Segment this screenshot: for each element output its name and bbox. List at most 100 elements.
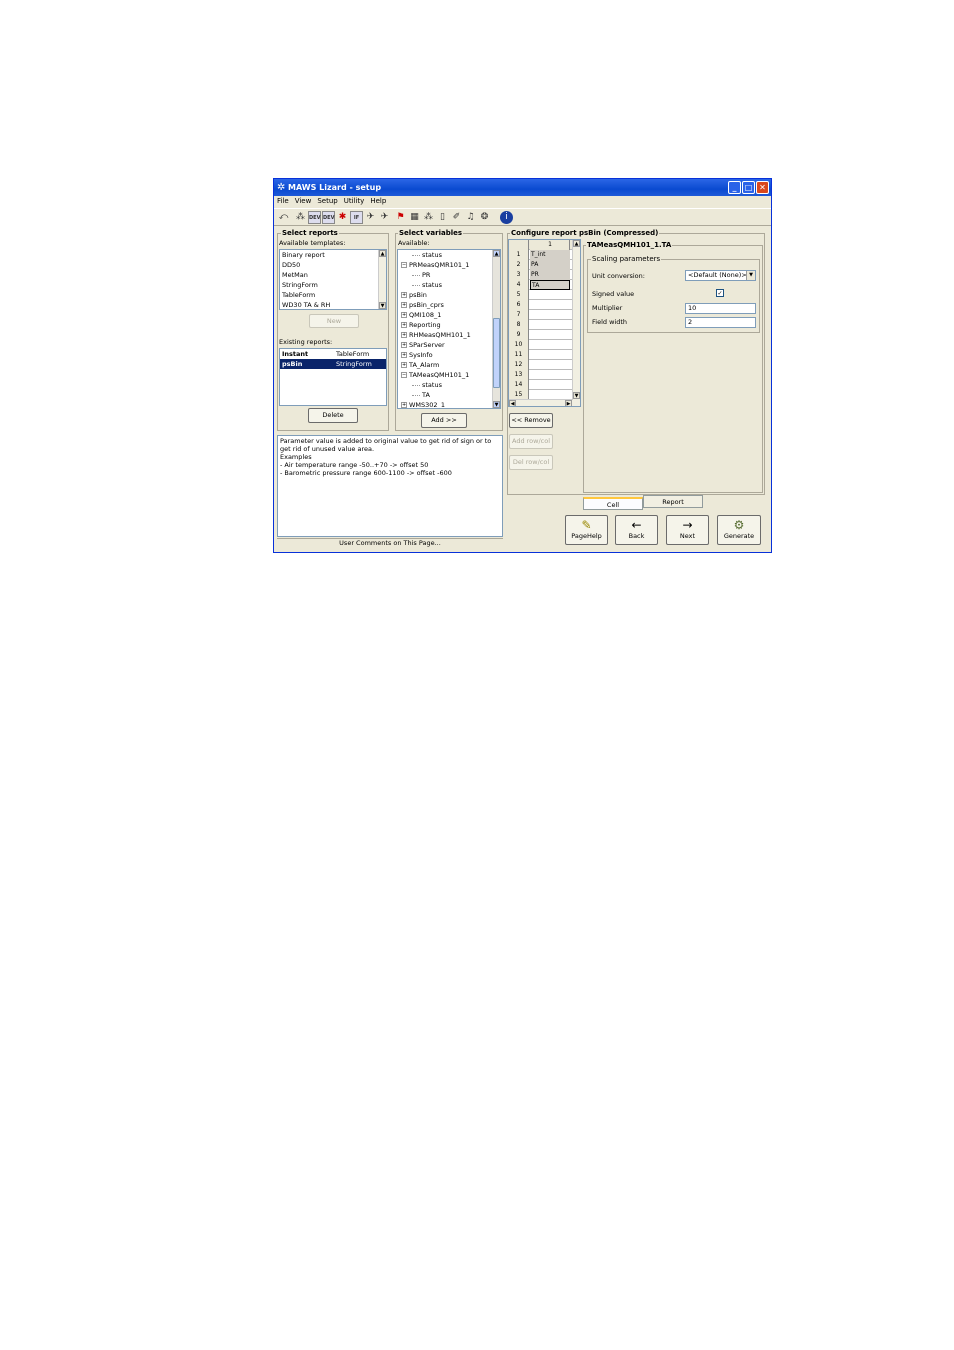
menu-file[interactable]: File (274, 196, 292, 207)
grid-icon[interactable]: ▦ (408, 211, 421, 224)
network-icon[interactable]: ⁂ (294, 211, 307, 224)
bell-icon[interactable]: ♫ (464, 211, 477, 224)
expand-icon[interactable]: + (401, 352, 407, 358)
row-number[interactable]: 14 (509, 380, 529, 390)
row-number[interactable]: 3 (509, 270, 529, 280)
grid-cell[interactable] (530, 370, 570, 380)
expand-icon[interactable]: + (401, 302, 407, 308)
menu-help[interactable]: Help (367, 196, 389, 207)
grid-cell[interactable] (530, 380, 570, 390)
new-button[interactable]: New (309, 314, 359, 328)
menu-view[interactable]: View (292, 196, 315, 207)
scroll-up-icon[interactable]: ▲ (493, 250, 500, 257)
del-rowcol-button[interactable]: Del row/col (509, 455, 553, 470)
grid-cell[interactable] (530, 300, 570, 310)
comments-textarea[interactable]: Parameter value is added to original val… (277, 435, 503, 537)
row-number[interactable]: 10 (509, 340, 529, 350)
row-number[interactable]: 1 (509, 250, 529, 260)
tree-item[interactable]: − TAMeasQMH101_1 (398, 370, 500, 380)
report-grid[interactable]: 1 1 T_int 2 PA 3 PR 4 TA 5 6 7 8 9 10 11 12 13 14 15 ▲ ▼ ◀… (508, 239, 581, 407)
variables-tree[interactable]: status − PRMeasQMR101_1 PR status + psBin + psBi… (397, 249, 501, 409)
tree-item[interactable]: TA (398, 390, 500, 400)
grid-cell[interactable] (530, 320, 570, 330)
row-number[interactable]: 11 (509, 350, 529, 360)
scroll-right-icon[interactable]: ▶ (565, 400, 572, 406)
scroll-down-icon[interactable]: ▼ (493, 401, 500, 408)
title-bar[interactable]: ✲ MAWS Lizard - setup _ □ ✕ (274, 179, 771, 196)
wand-icon[interactable]: ✐ (450, 211, 463, 224)
list-item[interactable]: Binary report (280, 250, 386, 260)
unit-conversion-select[interactable]: <Default (None)> ▼ (685, 270, 756, 281)
tree-item[interactable]: PR (398, 270, 500, 280)
grid-cell[interactable] (530, 310, 570, 320)
scrollbar[interactable]: ▲ ▼ (378, 250, 386, 309)
list-item[interactable]: StringForm (280, 280, 386, 290)
report-row-psbin[interactable]: psBin StringForm (280, 359, 386, 369)
tab-cell[interactable]: Cell (583, 497, 643, 510)
flag-icon[interactable]: ✱ (336, 211, 349, 224)
multiplier-field[interactable]: 10 (685, 303, 756, 314)
list-item[interactable]: WD30 TA & RH (280, 300, 386, 309)
tree-item[interactable]: + Reporting (398, 320, 500, 330)
tree-item[interactable]: status (398, 280, 500, 290)
gear-icon[interactable]: ❂ (478, 211, 491, 224)
flag-icon[interactable]: ⚑ (394, 211, 407, 224)
row-number[interactable]: 9 (509, 330, 529, 340)
run-icon[interactable]: ✈ (378, 211, 391, 224)
tree-item[interactable]: + WMS302_1 (398, 400, 500, 408)
existing-reports-list[interactable]: Instant TableForm psBin StringForm (279, 348, 387, 406)
close-button[interactable]: ✕ (756, 181, 769, 194)
expand-icon[interactable]: + (401, 402, 407, 408)
row-number[interactable]: 2 (509, 260, 529, 270)
grid-cell[interactable] (530, 350, 570, 360)
scroll-down-icon[interactable]: ▼ (379, 302, 386, 309)
tree-item[interactable]: + psBin (398, 290, 500, 300)
add-button[interactable]: Add >> (421, 413, 467, 428)
grid-cell[interactable] (530, 340, 570, 350)
info-icon[interactable]: i (500, 211, 513, 224)
remove-button[interactable]: << Remove (509, 413, 553, 428)
collapse-icon[interactable]: − (401, 262, 407, 268)
doc-icon[interactable]: ▯ (436, 211, 449, 224)
grid-cell[interactable]: PR (530, 270, 570, 280)
menu-utility[interactable]: Utility (341, 196, 368, 207)
chevron-down-icon[interactable]: ▼ (746, 271, 755, 280)
column-header[interactable]: 1 (530, 240, 570, 250)
generate-button[interactable]: ⚙ Generate (717, 515, 761, 545)
tree-item[interactable]: − PRMeasQMR101_1 (398, 260, 500, 270)
back-button[interactable]: ← Back (615, 515, 658, 545)
grid-cell[interactable]: PA (530, 260, 570, 270)
grid-scrollbar[interactable]: ▲ ▼ (572, 240, 580, 406)
expand-icon[interactable]: + (401, 332, 407, 338)
maximize-button[interactable]: □ (742, 181, 755, 194)
expand-icon[interactable]: + (401, 342, 407, 348)
grid-cell[interactable] (530, 360, 570, 370)
row-number[interactable]: 5 (509, 290, 529, 300)
row-number[interactable]: 4 (509, 280, 529, 290)
tree-item[interactable]: + TA_Alarm (398, 360, 500, 370)
row-number[interactable]: 8 (509, 320, 529, 330)
expand-icon[interactable]: + (401, 322, 407, 328)
tree-item[interactable]: status (398, 250, 500, 260)
dev-icon[interactable]: DEV (322, 211, 335, 224)
tree-item[interactable]: + RHMeasQMH101_1 (398, 330, 500, 340)
exit-icon[interactable]: ⤺ (277, 211, 290, 224)
delete-button[interactable]: Delete (308, 408, 358, 423)
scroll-up-icon[interactable]: ▲ (573, 240, 580, 247)
collapse-icon[interactable]: − (401, 372, 407, 378)
row-number[interactable]: 13 (509, 370, 529, 380)
row-number[interactable]: 12 (509, 360, 529, 370)
list-item[interactable]: DD50 (280, 260, 386, 270)
tree-item[interactable]: + psBin_cprs (398, 300, 500, 310)
scrollbar[interactable]: ▲ ▼ (492, 250, 500, 408)
tree-item[interactable]: status (398, 380, 500, 390)
menu-setup[interactable]: Setup (314, 196, 340, 207)
list-item[interactable]: MetMan (280, 270, 386, 280)
add-rowcol-button[interactable]: Add row/col (509, 434, 553, 449)
report-row-instant[interactable]: Instant TableForm (280, 349, 386, 359)
scroll-left-icon[interactable]: ◀ (509, 400, 516, 406)
grid-cell[interactable] (530, 330, 570, 340)
expand-icon[interactable]: + (401, 312, 407, 318)
pagehelp-button[interactable]: ✎ PageHelp (565, 515, 608, 545)
row-number[interactable]: 6 (509, 300, 529, 310)
